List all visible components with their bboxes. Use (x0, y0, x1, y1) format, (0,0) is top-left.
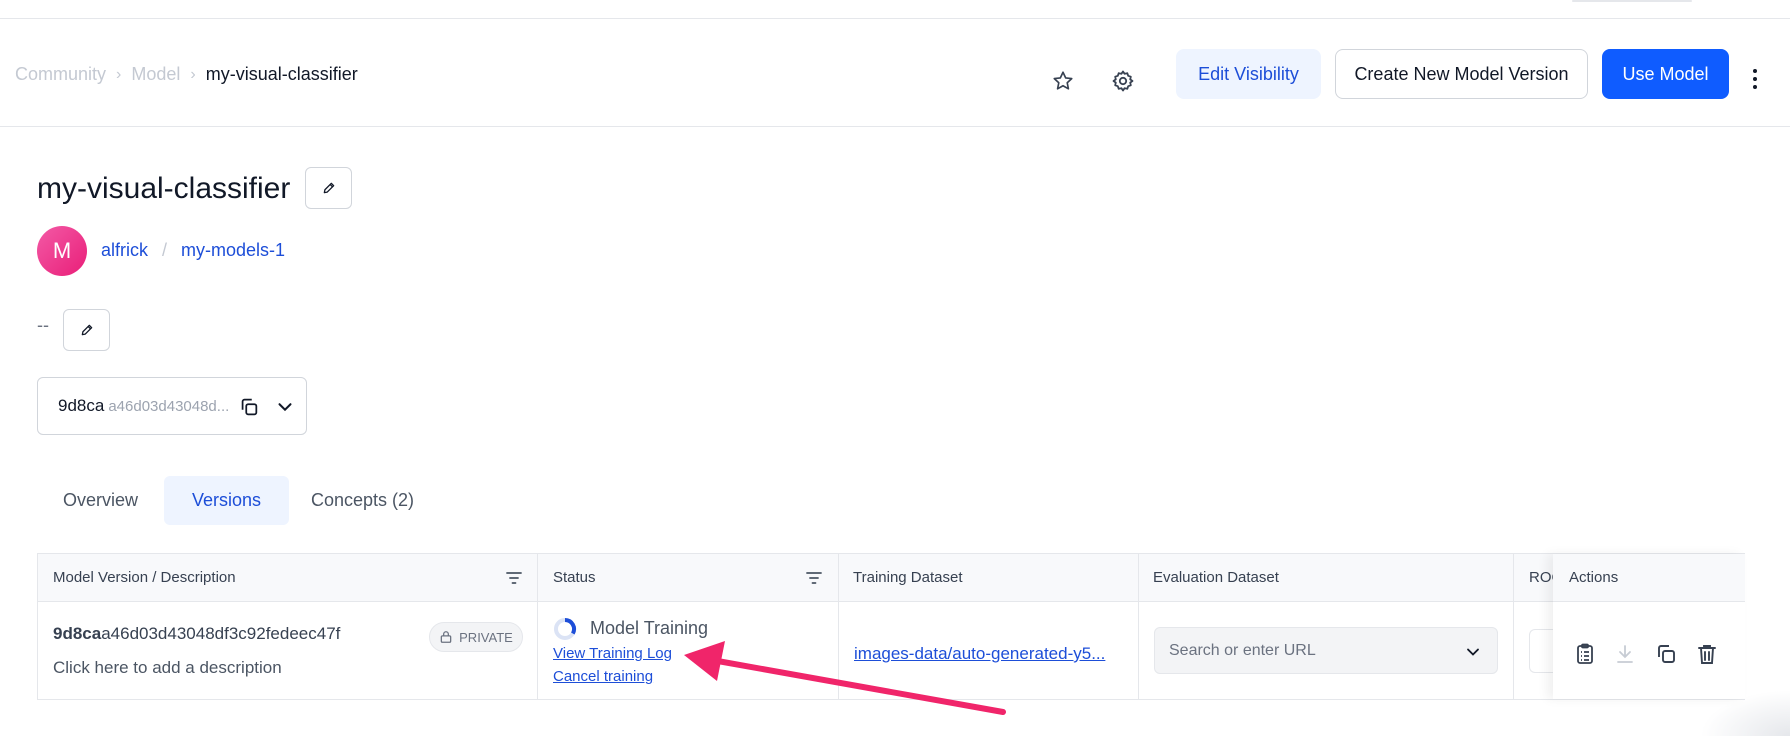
separator: / (162, 240, 168, 260)
column-header-evaluation-dataset: Evaluation Dataset (1153, 569, 1279, 586)
version-id-rest: a46d03d43048df3c92fedeec47f (101, 624, 341, 643)
gear-icon[interactable] (1101, 59, 1145, 103)
view-training-log-link[interactable]: View Training Log (553, 645, 672, 662)
lock-icon (440, 631, 452, 643)
trash-icon[interactable] (1693, 640, 1721, 668)
chevron-down-icon (1463, 642, 1483, 667)
visibility-label: PRIVATE (459, 629, 513, 645)
visibility-badge: PRIVATE (429, 622, 523, 652)
versions-table: Model Version / Description Status Train… (37, 553, 1745, 700)
cancel-training-link[interactable]: Cancel training (553, 668, 653, 685)
download-icon[interactable] (1611, 640, 1639, 668)
filter-icon[interactable] (805, 570, 823, 591)
version-id-short: 9d8ca (53, 624, 102, 643)
model-description: -- (37, 315, 49, 335)
version-description[interactable]: Click here to add a description (53, 658, 282, 678)
tab-bar: Overview Versions Concepts (2) (37, 476, 436, 525)
edit-title-button[interactable] (305, 167, 352, 209)
chevron-right-icon: › (116, 65, 122, 83)
version-selector[interactable]: 9d8ca a46d03d43048d... (37, 377, 307, 435)
owner-link[interactable]: alfrick (101, 240, 148, 261)
use-model-button[interactable]: Use Model (1602, 49, 1729, 99)
clipboard-icon[interactable] (1571, 640, 1599, 668)
copy-icon[interactable] (1652, 640, 1680, 668)
actions-column: Actions (1553, 554, 1745, 699)
evaluation-dataset-select[interactable]: Search or enter URL (1154, 627, 1498, 674)
loading-spinner-icon (554, 618, 576, 640)
corner-shadow (1700, 690, 1790, 736)
tab-overview[interactable]: Overview (37, 476, 164, 525)
breadcrumb: Community › Model › my-visual-classifier (15, 64, 358, 85)
column-header-version: Model Version / Description (53, 569, 236, 586)
tab-versions[interactable]: Versions (164, 476, 289, 525)
column-header-status: Status (553, 569, 596, 586)
training-dataset-link[interactable]: images-data/auto-generated-y5... (854, 644, 1105, 664)
breadcrumb-community[interactable]: Community (15, 64, 106, 85)
version-id: 9d8caa46d03d43048df3c92fedeec47f (53, 624, 340, 644)
breadcrumb-model[interactable]: Model (131, 64, 180, 85)
owner-row: alfrick / my-models-1 (101, 240, 285, 261)
page-header: Community › Model › my-visual-classifier… (0, 19, 1790, 127)
chevron-down-icon[interactable] (274, 396, 296, 423)
pencil-icon (81, 324, 92, 336)
filter-icon[interactable] (505, 570, 523, 591)
app-link[interactable]: my-models-1 (181, 240, 285, 261)
column-header-training-dataset: Training Dataset (853, 569, 963, 586)
column-header-actions: Actions (1569, 569, 1619, 586)
top-strip (0, 0, 1790, 19)
avatar: M (37, 226, 87, 276)
create-new-model-version-button[interactable]: Create New Model Version (1335, 49, 1588, 99)
more-vertical-icon[interactable] (1745, 59, 1765, 99)
tab-concepts[interactable]: Concepts (2) (289, 476, 436, 525)
chevron-right-icon: › (190, 65, 196, 83)
copy-icon[interactable] (238, 396, 260, 423)
version-long-id: a46d03d43048d... (108, 397, 230, 415)
breadcrumb-current: my-visual-classifier (205, 64, 358, 84)
edit-visibility-button[interactable]: Edit Visibility (1176, 49, 1321, 99)
page-title: my-visual-classifier (37, 172, 291, 205)
status-text: Model Training (590, 618, 709, 638)
evaluation-dataset-placeholder: Search or enter URL (1169, 641, 1316, 659)
edit-description-button[interactable] (63, 309, 110, 351)
star-icon[interactable] (1041, 59, 1085, 103)
pencil-icon (323, 182, 334, 194)
version-short-id: 9d8ca (58, 396, 105, 415)
